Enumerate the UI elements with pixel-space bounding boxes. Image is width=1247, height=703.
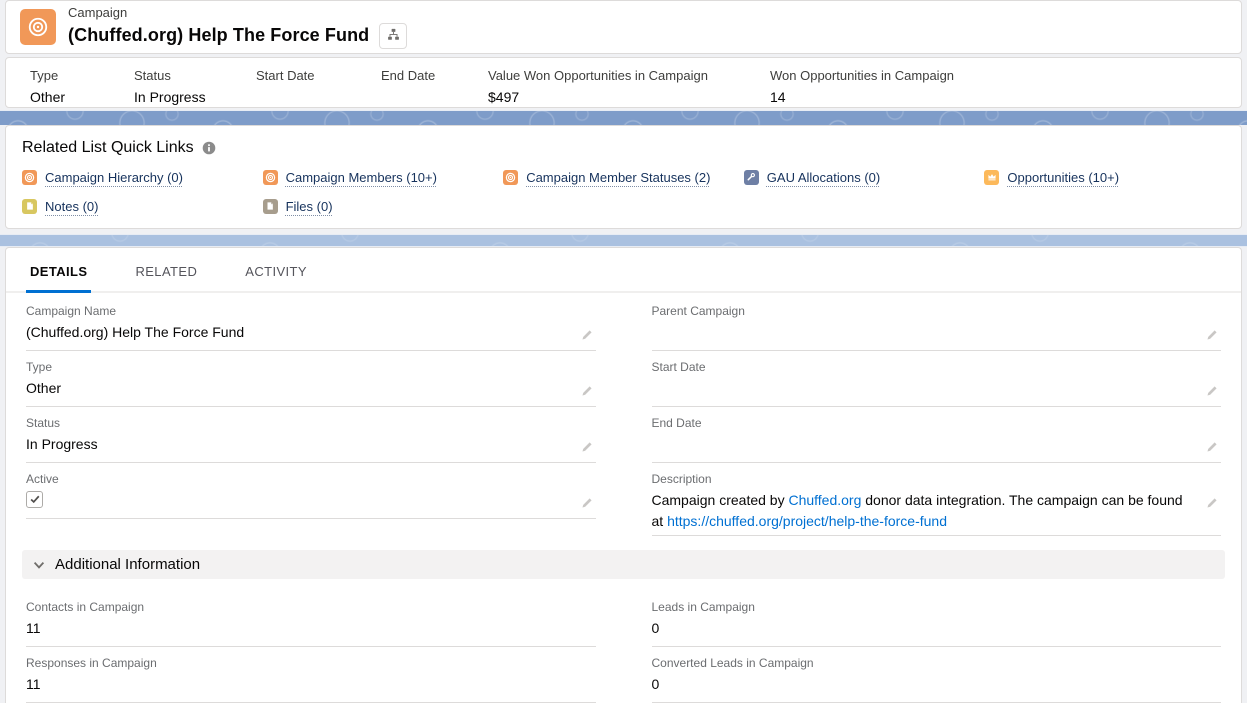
edit-campaign-name-button[interactable] — [579, 326, 596, 346]
active-checkbox[interactable] — [26, 491, 43, 508]
campaign-icon — [503, 170, 518, 185]
edit-pencil-icon — [1206, 385, 1219, 400]
chuffed-project-url-link[interactable]: https://chuffed.org/project/help-the-for… — [667, 513, 947, 529]
note-icon — [22, 199, 37, 214]
field-converted-leads-in-campaign: Converted Leads in Campaign 0 — [652, 647, 1222, 703]
quick-links-grid: Campaign Hierarchy (0) Campaign Members … — [22, 170, 1225, 214]
view-campaign-hierarchy-button[interactable] — [379, 23, 407, 49]
chevron-down-icon — [32, 558, 46, 572]
field-end-date: End Date — [652, 407, 1222, 463]
record-tabbar: DETAILS RELATED ACTIVITY — [6, 248, 1241, 293]
quick-link-gau-allocations[interactable]: GAU Allocations (0) — [744, 170, 985, 185]
opportunity-icon — [984, 170, 999, 185]
record-detail-card: DETAILS RELATED ACTIVITY Campaign Name (… — [5, 247, 1242, 703]
campaign-icon — [22, 170, 37, 185]
record-header-text: Campaign (Chuffed.org) Help The Force Fu… — [68, 5, 407, 49]
edit-description-button[interactable] — [1204, 494, 1221, 514]
quick-link-opportunities[interactable]: Opportunities (10+) — [984, 170, 1225, 185]
field-active: Active — [26, 463, 596, 519]
tab-activity[interactable]: ACTIVITY — [241, 248, 311, 291]
edit-status-button[interactable] — [579, 438, 596, 458]
edit-pencil-icon — [581, 385, 594, 400]
highlight-won-opportunities: Won Opportunities in Campaign 14 — [770, 68, 972, 107]
edit-pencil-icon — [581, 441, 594, 456]
gau-allocation-icon — [744, 170, 759, 185]
edit-pencil-icon — [1206, 497, 1219, 512]
quick-link-campaign-hierarchy[interactable]: Campaign Hierarchy (0) — [22, 170, 263, 185]
field-parent-campaign: Parent Campaign — [652, 295, 1222, 351]
quick-link-files[interactable]: Files (0) — [263, 199, 504, 214]
info-icon[interactable] — [202, 141, 216, 155]
additional-info-right-column: Leads in Campaign 0 Converted Leads in C… — [652, 591, 1222, 703]
tab-related[interactable]: RELATED — [131, 248, 201, 291]
edit-start-date-button[interactable] — [1204, 382, 1221, 402]
field-campaign-name: Campaign Name (Chuffed.org) Help The For… — [26, 295, 596, 351]
detail-form-right-column: Parent Campaign Start Date End Date — [652, 295, 1222, 536]
additional-information-section-header[interactable]: Additional Information — [22, 550, 1225, 579]
campaign-record-page: Campaign (Chuffed.org) Help The Force Fu… — [0, 0, 1247, 703]
highlight-start-date: Start Date — [256, 68, 381, 107]
entity-label: Campaign — [68, 5, 407, 20]
decorative-background-band — [0, 234, 1247, 248]
decorative-background-band — [0, 110, 1247, 124]
highlight-value-won-opportunities: Value Won Opportunities in Campaign $497 — [488, 68, 770, 107]
highlight-type: Type Other — [30, 68, 134, 107]
edit-parent-campaign-button[interactable] — [1204, 326, 1221, 346]
campaign-icon — [20, 9, 56, 45]
campaign-icon — [263, 170, 278, 185]
detail-form-left-column: Campaign Name (Chuffed.org) Help The For… — [26, 295, 596, 536]
edit-pencil-icon — [1206, 441, 1219, 456]
field-start-date: Start Date — [652, 351, 1222, 407]
highlights-panel: Type Other Status In Progress Start Date… — [5, 57, 1242, 108]
highlight-status: Status In Progress — [134, 68, 256, 107]
chuffed-org-link[interactable]: Chuffed.org — [788, 492, 861, 508]
related-list-quick-links-card: Related List Quick Links Campaign Hierar… — [5, 125, 1242, 229]
record-title: (Chuffed.org) Help The Force Fund — [68, 25, 369, 46]
edit-end-date-button[interactable] — [1204, 438, 1221, 458]
additional-information-form: Contacts in Campaign 11 Responses in Cam… — [6, 589, 1241, 703]
edit-type-button[interactable] — [579, 382, 596, 402]
edit-pencil-icon — [581, 329, 594, 344]
edit-active-button[interactable] — [579, 494, 596, 514]
quick-links-title: Related List Quick Links — [22, 139, 194, 157]
field-type: Type Other — [26, 351, 596, 407]
hierarchy-icon — [386, 27, 401, 45]
record-header: Campaign (Chuffed.org) Help The Force Fu… — [5, 0, 1242, 54]
file-icon — [263, 199, 278, 214]
quick-link-campaign-members[interactable]: Campaign Members (10+) — [263, 170, 504, 185]
field-description: Description Campaign created by Chuffed.… — [652, 463, 1222, 536]
field-responses-in-campaign: Responses in Campaign 11 — [26, 647, 596, 703]
detail-form: Campaign Name (Chuffed.org) Help The For… — [6, 293, 1241, 536]
edit-pencil-icon — [1206, 329, 1219, 344]
tab-details[interactable]: DETAILS — [26, 248, 91, 291]
description-text: Campaign created by Chuffed.org donor da… — [652, 490, 1187, 531]
field-contacts-in-campaign: Contacts in Campaign 11 — [26, 591, 596, 647]
field-leads-in-campaign: Leads in Campaign 0 — [652, 591, 1222, 647]
field-status: Status In Progress — [26, 407, 596, 463]
highlight-end-date: End Date — [381, 68, 488, 107]
additional-info-left-column: Contacts in Campaign 11 Responses in Cam… — [26, 591, 596, 703]
edit-pencil-icon — [581, 497, 594, 512]
checkmark-icon — [29, 490, 41, 510]
quick-link-notes[interactable]: Notes (0) — [22, 199, 263, 214]
quick-link-campaign-member-statuses[interactable]: Campaign Member Statuses (2) — [503, 170, 744, 185]
